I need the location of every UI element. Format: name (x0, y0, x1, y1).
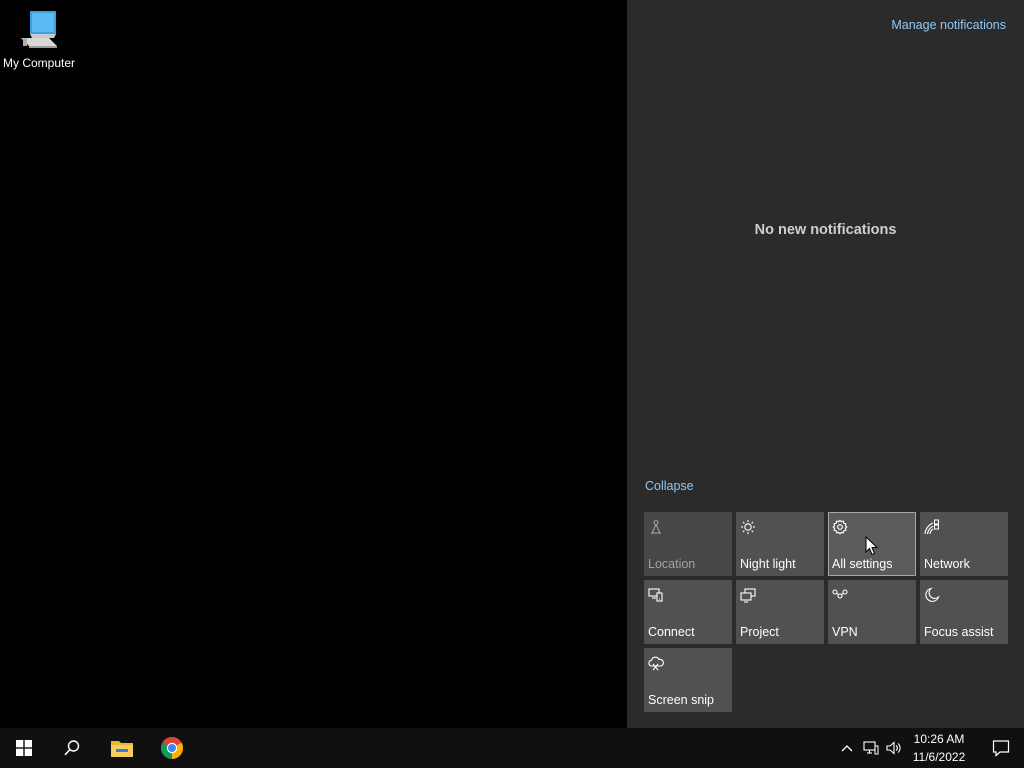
tray-volume-button[interactable] (883, 728, 905, 768)
quick-action-vpn[interactable]: VPN (828, 580, 916, 644)
desktop-icon-my-computer[interactable]: My Computer (0, 8, 78, 70)
tile-label: Location (648, 557, 696, 571)
manage-notifications-link[interactable]: Manage notifications (891, 18, 1006, 32)
quick-action-project[interactable]: Project (736, 580, 824, 644)
network-icon (924, 519, 939, 535)
folder-icon (111, 741, 133, 757)
chrome-icon (161, 737, 183, 759)
show-hidden-icons-button[interactable] (836, 728, 858, 768)
taskbar-clock[interactable]: 10:26 AM 11/6/2022 (904, 730, 974, 766)
collapse-link[interactable]: Collapse (645, 479, 694, 493)
desktop: My Computer (0, 0, 627, 728)
taskbar-file-explorer[interactable] (98, 728, 146, 768)
chevron-up-icon (841, 745, 853, 752)
search-icon (64, 740, 80, 756)
tile-label: Network (924, 557, 970, 571)
connect-icon (648, 588, 663, 602)
tile-label: Connect (648, 625, 695, 639)
tile-label: Screen snip (648, 693, 715, 707)
project-icon (740, 588, 756, 603)
volume-icon (886, 741, 901, 755)
tile-label: Focus assist (924, 625, 994, 639)
tile-label: All settings (832, 557, 893, 571)
tile-label: VPN (832, 625, 858, 639)
location-icon (651, 519, 661, 534)
gear-icon (832, 519, 848, 535)
network-tray-icon (863, 741, 879, 755)
screen-snip-icon (648, 656, 664, 671)
quick-action-all-settings[interactable]: All settings (828, 512, 916, 576)
quick-action-connect[interactable]: Connect (644, 580, 732, 644)
computer-icon (21, 11, 57, 48)
windows-logo-icon (16, 740, 32, 756)
quick-action-focus-assist[interactable]: Focus assist (920, 580, 1008, 644)
vpn-icon (832, 589, 848, 599)
night-light-icon (741, 520, 755, 534)
tile-label: Project (740, 625, 779, 639)
taskbar: 10:26 AM 11/6/2022 (0, 728, 1024, 768)
quick-action-location[interactable]: Location (644, 512, 732, 576)
start-button[interactable] (0, 728, 48, 768)
quick-action-screen-snip[interactable]: Screen snip (644, 648, 732, 712)
taskbar-chrome[interactable] (148, 728, 196, 768)
empty-notifications-text: No new notifications (754, 222, 897, 238)
notification-icon (992, 740, 1010, 757)
clock-time: 10:26 AM (913, 732, 965, 746)
action-center-panel: Manage notifications No new notification… (627, 0, 1024, 728)
search-button[interactable] (48, 728, 96, 768)
tray-network-button[interactable] (860, 728, 882, 768)
action-center-button[interactable] (978, 728, 1024, 768)
tile-label: Night light (740, 557, 796, 571)
quick-action-network[interactable]: Network (920, 512, 1008, 576)
quick-action-night-light[interactable]: Night light (736, 512, 824, 576)
moon-icon (925, 587, 940, 602)
clock-date: 11/6/2022 (912, 750, 966, 764)
desktop-icon-label: My Computer (2, 56, 76, 70)
